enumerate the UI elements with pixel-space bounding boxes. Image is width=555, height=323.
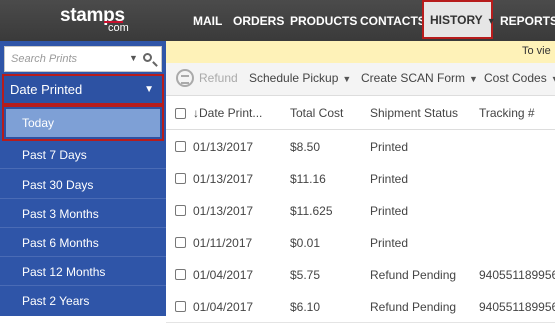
sidebar-item-past-7-days[interactable]: Past 7 Days [22, 148, 87, 162]
cell-date: 01/04/2017 [193, 268, 254, 282]
divider [0, 198, 166, 199]
refund-icon [176, 69, 194, 87]
sidebar-item-past-2-years[interactable]: Past 2 Years [22, 294, 89, 308]
cell-status: Refund Pending [370, 268, 457, 282]
chevron-down-icon: ▼ [342, 74, 352, 84]
nav-history[interactable]: HISTORY ▼ [422, 0, 496, 39]
schedule-pickup-label: Schedule Pickup [249, 71, 339, 85]
table-row[interactable]: 01/13/2017 $11.16 Printed [166, 162, 555, 195]
cost-codes-button[interactable]: Cost Codes ▼ [484, 71, 555, 85]
sidebar-item-past-30-days[interactable]: Past 30 Days [22, 178, 93, 192]
toolbar: Refund Schedule Pickup ▼ Create SCAN Form… [166, 63, 555, 96]
cell-date: 01/11/2017 [193, 236, 253, 250]
row-checkbox[interactable] [175, 205, 186, 216]
nav-reports[interactable]: REPORTS [500, 0, 555, 41]
sidebar-item-past-3-months[interactable]: Past 3 Months [22, 207, 99, 221]
notice-banner: To vie [166, 41, 555, 63]
sidebar-item-today[interactable]: Today [2, 105, 164, 141]
column-shipment-status[interactable]: Shipment Status [370, 106, 458, 120]
column-date-printed[interactable]: ↓Date Print... [193, 106, 262, 120]
search-placeholder: Search Prints [11, 53, 78, 65]
row-checkbox[interactable] [175, 141, 186, 152]
logo-sub: com [108, 22, 129, 34]
table-row[interactable]: 01/04/2017 $5.75 Refund Pending 94055118… [166, 258, 555, 291]
sidebar-item-past-12-months[interactable]: Past 12 Months [22, 265, 105, 279]
cell-date: 01/04/2017 [193, 300, 254, 314]
cell-cost: $0.01 [290, 236, 321, 250]
refund-button[interactable]: Refund [199, 71, 238, 85]
row-checkbox[interactable] [175, 269, 186, 280]
cell-status: Refund Pending [370, 300, 457, 314]
column-label: Date Print... [199, 106, 263, 120]
chevron-down-icon: ▼ [144, 84, 154, 95]
table-header: ↓Date Print... Total Cost Shipment Statu… [166, 96, 555, 130]
cell-date: 01/13/2017 [193, 204, 254, 218]
create-scan-form-button[interactable]: Create SCAN Form ▼ [361, 71, 478, 85]
schedule-pickup-button[interactable]: Schedule Pickup ▼ [249, 71, 351, 85]
cell-date: 01/13/2017 [193, 140, 254, 154]
divider [0, 168, 166, 169]
search-input[interactable]: Search Prints ▼ [4, 46, 162, 72]
row-checkbox[interactable] [175, 173, 186, 184]
table-row[interactable]: 01/04/2017 $6.10 Refund Pending 94055118… [166, 290, 555, 323]
table-row[interactable]: 01/13/2017 $8.50 Printed [166, 130, 555, 163]
cost-codes-label: Cost Codes [484, 71, 547, 85]
chevron-down-icon: ▼ [486, 16, 496, 26]
nav-orders[interactable]: ORDERS [233, 0, 284, 41]
chevron-down-icon: ▼ [551, 74, 555, 84]
cell-cost: $8.50 [290, 140, 321, 154]
column-total-cost[interactable]: Total Cost [290, 106, 343, 120]
cell-cost: $5.75 [290, 268, 321, 282]
cell-status: Printed [370, 140, 409, 154]
notice-text: To vie [522, 45, 551, 57]
cell-status: Printed [370, 204, 409, 218]
cell-status: Printed [370, 172, 409, 186]
top-nav: stamps com MAIL ORDERS PRODUCTS CONTACTS… [0, 0, 555, 41]
sidebar-section-date-printed[interactable]: Date Printed ▼ [2, 74, 164, 105]
cell-date: 01/13/2017 [193, 172, 254, 186]
sidebar-item-label: Today [6, 109, 160, 137]
column-tracking[interactable]: Tracking # [479, 106, 535, 120]
divider [0, 227, 166, 228]
table-row[interactable]: 01/13/2017 $11.625 Printed [166, 194, 555, 227]
nav-history-label: HISTORY [430, 13, 483, 27]
nav-mail[interactable]: MAIL [193, 0, 222, 41]
sidebar-item-past-6-months[interactable]: Past 6 Months [22, 236, 99, 250]
nav-contacts[interactable]: CONTACTS [360, 0, 426, 41]
cell-cost: $11.16 [290, 172, 326, 186]
cell-cost: $11.625 [290, 204, 333, 218]
divider [0, 256, 166, 257]
row-checkbox[interactable] [175, 237, 186, 248]
search-icon[interactable] [143, 53, 152, 62]
table-row[interactable]: 01/11/2017 $0.01 Printed [166, 226, 555, 259]
cell-cost: $6.10 [290, 300, 321, 314]
row-checkbox[interactable] [175, 301, 186, 312]
select-all-checkbox[interactable] [175, 108, 186, 119]
chevron-down-icon[interactable]: ▼ [129, 53, 138, 63]
nav-products[interactable]: PRODUCTS [290, 0, 357, 41]
cell-status: Printed [370, 236, 409, 250]
stamps-logo[interactable]: stamps com [60, 5, 146, 35]
chevron-down-icon: ▼ [469, 74, 478, 84]
divider [0, 285, 166, 286]
sidebar: Search Prints ▼ Date Printed ▼ Today Pas… [0, 41, 166, 316]
create-scan-form-label: Create SCAN Form [361, 71, 466, 85]
sidebar-section-label: Date Printed [10, 82, 83, 97]
cell-tracking: 940551189956 [479, 300, 555, 314]
cell-tracking: 940551189956 [479, 268, 555, 282]
